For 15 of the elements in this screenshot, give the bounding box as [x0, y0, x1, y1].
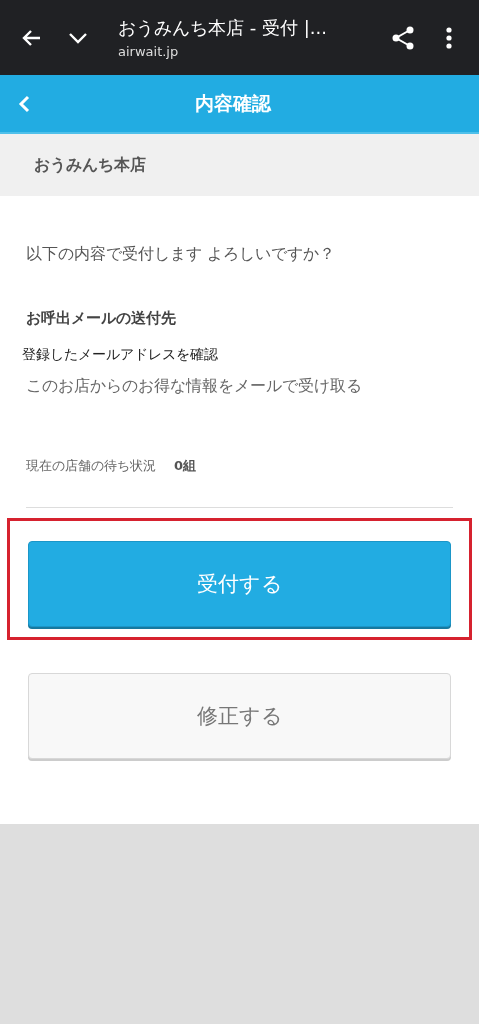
- submit-button[interactable]: 受付する: [28, 541, 451, 627]
- confirm-message: 以下の内容で受付します よろしいですか？: [26, 244, 337, 265]
- share-icon: [390, 24, 416, 51]
- more-vertical-icon: [446, 26, 452, 49]
- chevron-left-icon: [18, 94, 30, 113]
- opt-in-text: このお店からのお得な情報をメールで受け取る: [26, 376, 363, 397]
- wait-label: 現在の店舗の待ち状況: [26, 457, 156, 475]
- section-heading: お呼出メールの送付先: [26, 309, 177, 328]
- wait-count: 0組: [174, 457, 197, 475]
- shop-name: おうみんち本店: [34, 154, 146, 176]
- header-title: 内容確認: [193, 90, 273, 116]
- page-url: airwait.jp: [118, 44, 180, 59]
- page-title: おうみんち本店 - 受付 |...: [118, 16, 328, 40]
- email-link[interactable]: 登録したメールアドレスを確認: [22, 346, 218, 364]
- edit-button[interactable]: 修正する: [28, 673, 451, 759]
